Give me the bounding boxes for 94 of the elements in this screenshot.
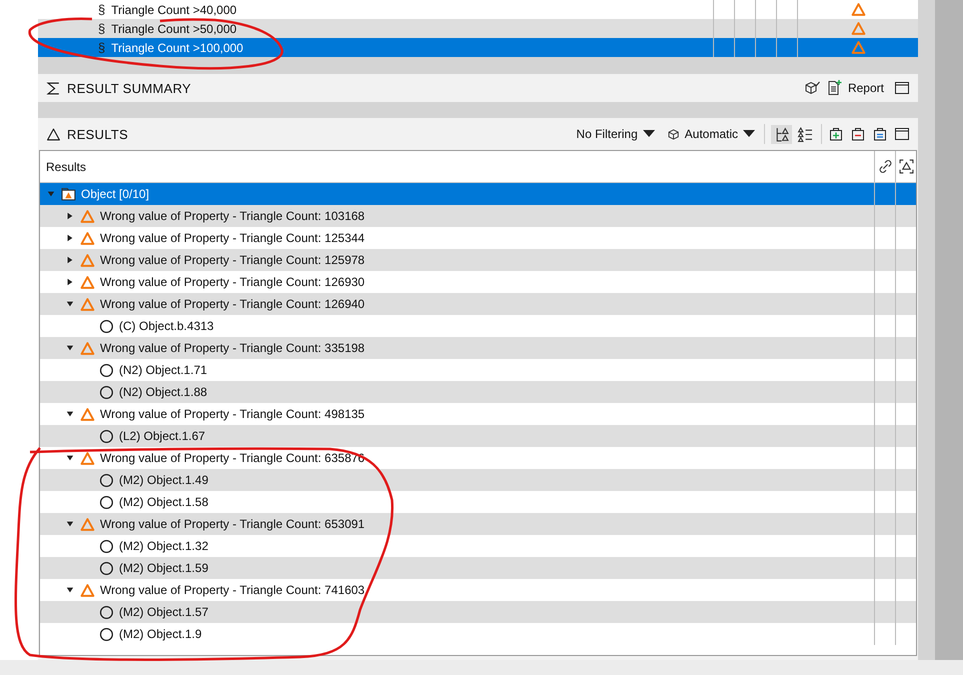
expand-arrow-icon[interactable] xyxy=(66,278,74,286)
tree-row[interactable]: (N2) Object.1.88 xyxy=(40,381,916,403)
tree-row[interactable]: Object [0/10] xyxy=(40,183,916,205)
warning-icon xyxy=(850,21,866,36)
tree-row[interactable]: (L2) Object.1.67 xyxy=(40,425,916,447)
filter-dropdown[interactable]: No Filtering xyxy=(573,127,658,141)
rule-row[interactable]: § Triangle Count >100,000 xyxy=(38,38,918,57)
circle-icon xyxy=(99,428,114,444)
add-bag-icon[interactable] xyxy=(828,126,844,142)
tree-item-label: (M2) Object.1.49 xyxy=(119,473,208,487)
tree-item-label: Wrong value of Property - Triangle Count: 125344 xyxy=(100,231,365,245)
collapse-arrow-icon[interactable] xyxy=(66,454,74,462)
cube-icon xyxy=(666,128,680,140)
folder-warning-icon xyxy=(61,186,76,202)
tree-row[interactable]: Wrong value of Property - Triangle Count: 653091 xyxy=(40,513,916,535)
section-sign-icon: § xyxy=(98,21,106,36)
circle-icon xyxy=(99,494,114,510)
tree-row[interactable]: Wrong value of Property - Triangle Count: 126940 xyxy=(40,293,916,315)
warning-icon xyxy=(80,516,95,532)
report-button[interactable]: Report xyxy=(848,81,888,95)
circle-icon xyxy=(99,604,114,620)
warning-icon xyxy=(80,252,95,268)
tree-item-label: Object [0/10] xyxy=(81,187,150,201)
tree-item-label: Wrong value of Property - Triangle Count: 653091 xyxy=(100,517,365,531)
panel-title: RESULTS xyxy=(67,126,128,142)
caret-icon xyxy=(642,130,655,138)
maximize-icon[interactable] xyxy=(894,80,910,96)
warning-icon xyxy=(850,2,866,17)
tree-item-label: Wrong value of Property - Triangle Count: 741603 xyxy=(100,583,365,597)
maximize-icon[interactable] xyxy=(894,126,910,142)
focus-frame-icon xyxy=(898,159,914,174)
mode-dropdown[interactable]: Automatic xyxy=(664,127,758,141)
tree-row[interactable]: (M2) Object.1.49 xyxy=(40,469,916,491)
tree-item-label: (C) Object.b.4313 xyxy=(119,319,214,333)
warning-icon xyxy=(80,296,95,312)
tree-item-label: (N2) Object.1.71 xyxy=(119,363,208,377)
expand-arrow-icon[interactable] xyxy=(66,212,74,220)
column-header: Results xyxy=(45,160,88,174)
tree-item-label: (M2) Object.1.57 xyxy=(119,605,208,619)
equal-bag-icon[interactable] xyxy=(872,126,888,142)
circle-icon xyxy=(99,384,114,400)
collapse-arrow-icon[interactable] xyxy=(66,410,74,418)
remove-bag-icon[interactable] xyxy=(850,126,866,142)
tree-item-label: (M2) Object.1.59 xyxy=(119,561,208,575)
warning-icon xyxy=(80,340,95,356)
tree-item-label: (M2) Object.1.9 xyxy=(119,627,202,641)
tree-item-label: (M2) Object.1.32 xyxy=(119,539,208,553)
warning-icon xyxy=(80,406,95,422)
section-sign-icon: § xyxy=(98,40,106,55)
expand-arrow-icon[interactable] xyxy=(66,256,74,264)
collapse-arrow-icon[interactable] xyxy=(66,520,74,528)
warning-icon xyxy=(80,450,95,466)
collapse-arrow-icon[interactable] xyxy=(66,300,74,308)
circle-icon xyxy=(99,626,114,642)
tree-view-button[interactable] xyxy=(771,124,792,144)
warning-icon xyxy=(80,274,95,290)
tree-row[interactable]: Wrong value of Property - Triangle Count: 103168 xyxy=(40,205,916,227)
circle-icon xyxy=(99,560,114,576)
tree-row[interactable]: (M2) Object.1.57 xyxy=(40,601,916,623)
tree-item-label: Wrong value of Property - Triangle Count: 498135 xyxy=(100,407,365,421)
tree-row[interactable]: Wrong value of Property - Triangle Count: 335198 xyxy=(40,337,916,359)
tree-item-label: (L2) Object.1.67 xyxy=(119,429,206,443)
tree-row[interactable]: (M2) Object.1.59 xyxy=(40,557,916,579)
expand-arrow-icon[interactable] xyxy=(66,234,74,242)
warning-icon xyxy=(80,230,95,246)
tree-item-label: Wrong value of Property - Triangle Count: 126930 xyxy=(100,275,365,289)
warning-icon xyxy=(80,582,95,598)
warning-icon xyxy=(80,208,95,224)
panel-title: RESULT SUMMARY xyxy=(67,80,192,96)
circle-icon xyxy=(99,318,114,334)
triangle-icon xyxy=(46,126,61,142)
tree-item-label: Wrong value of Property - Triangle Count: 125978 xyxy=(100,253,365,267)
tree-item-label: Wrong value of Property - Triangle Count: 103168 xyxy=(100,209,365,223)
document-add-icon[interactable] xyxy=(826,80,842,96)
circle-icon xyxy=(99,538,114,554)
cube-check-icon[interactable] xyxy=(804,80,820,96)
section-sign-icon: § xyxy=(98,2,106,17)
circle-icon xyxy=(99,472,114,488)
tree-item-label: Wrong value of Property - Triangle Count: 335198 xyxy=(100,341,365,355)
tree-item-label: (M2) Object.1.58 xyxy=(119,495,208,509)
tree-item-label: Wrong value of Property - Triangle Count: 126940 xyxy=(100,297,365,311)
tree-row[interactable]: Wrong value of Property - Triangle Count: 125978 xyxy=(40,249,916,271)
warning-icon xyxy=(850,40,866,55)
tree-item-label: (N2) Object.1.88 xyxy=(119,385,208,399)
sigma-icon xyxy=(46,80,61,96)
collapse-arrow-icon[interactable] xyxy=(66,344,74,352)
rule-label: Triangle Count >40,000 xyxy=(111,2,237,16)
rule-label: Triangle Count >50,000 xyxy=(111,22,237,36)
collapse-arrow-icon[interactable] xyxy=(66,586,74,594)
caret-icon xyxy=(743,130,755,138)
rule-label: Triangle Count >100,000 xyxy=(111,40,244,54)
link-icon xyxy=(878,159,892,174)
rule-row[interactable]: § Triangle Count >50,000 xyxy=(38,19,918,38)
circle-icon xyxy=(99,362,114,378)
